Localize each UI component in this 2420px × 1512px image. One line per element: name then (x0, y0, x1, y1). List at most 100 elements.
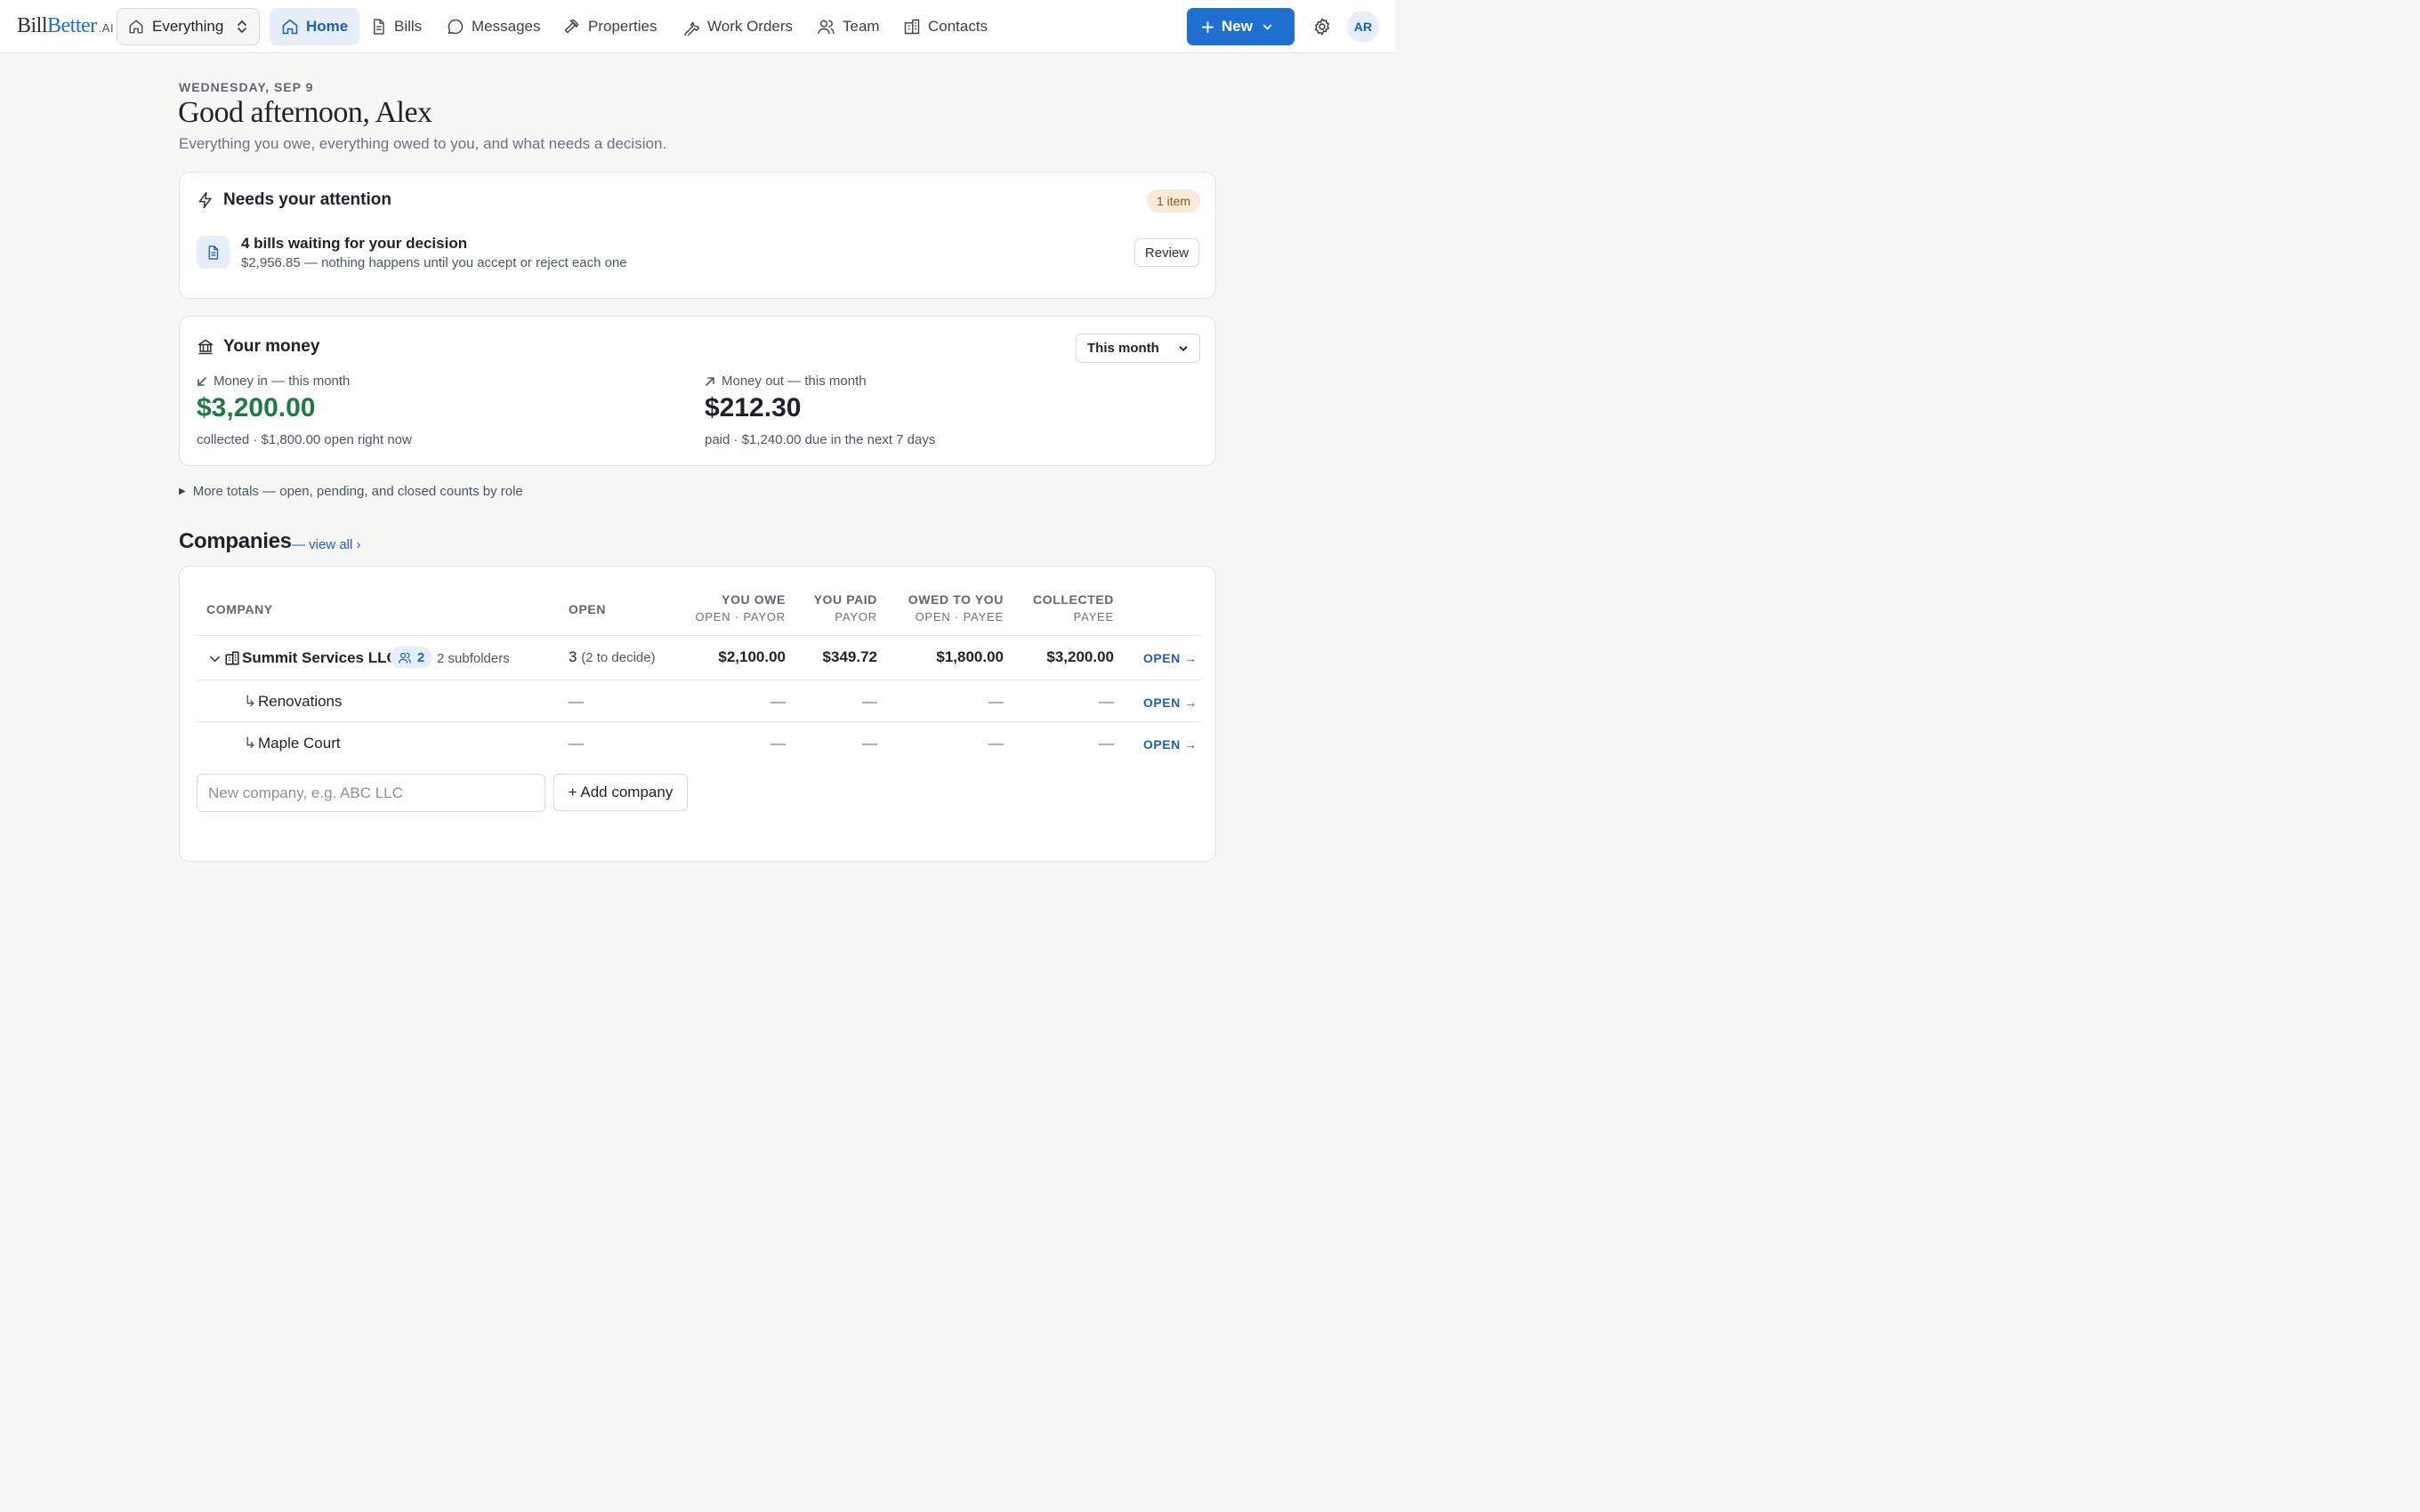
owed-to-you-value: — (988, 693, 1004, 710)
message-icon (448, 19, 464, 35)
nav-team[interactable]: Team (805, 8, 891, 45)
open-count-note: (2 to decide) (581, 650, 656, 665)
document-icon (374, 19, 384, 35)
collected-value: $3,200.00 (1046, 648, 1114, 665)
top-navigation-bar: BillBetter .AI Everything Home Bills Mess… (0, 0, 1395, 53)
nav-contacts[interactable]: Contacts (891, 8, 999, 45)
column-header-you-owe: YOU OWE (722, 592, 786, 607)
date-line: WEDNESDAY, SEP 9 (179, 80, 314, 94)
review-button[interactable]: Review (1134, 238, 1199, 267)
owed-to-you-value: $1,800.00 (936, 648, 1004, 665)
building-icon (904, 19, 920, 35)
subfolders-count: 2 subfolders (437, 651, 510, 666)
home-icon (129, 20, 143, 34)
column-subheader-collected: PAYEE (1073, 610, 1114, 623)
money-out-note: paid · $1,240.00 due in the next 7 days (705, 432, 936, 447)
logo-ai: .AI (98, 21, 115, 35)
bank-icon (198, 339, 214, 355)
chevron-down-icon (1179, 345, 1188, 351)
row-divider (197, 721, 1200, 722)
open-count: — (569, 693, 584, 710)
nav-properties[interactable]: Properties (552, 8, 668, 45)
column-header-you-paid: YOU PAID (813, 592, 877, 607)
nav-properties-label: Properties (588, 18, 657, 35)
updown-chevron-icon (238, 20, 246, 34)
add-company-button[interactable]: + Add company (553, 774, 688, 811)
period-select-value: This month (1087, 341, 1159, 356)
subfolder-arrow-icon: ↳ (244, 693, 257, 710)
column-header-collected: COLLECTED (1033, 592, 1114, 607)
open-subfolder-link[interactable]: OPEN → (1143, 696, 1198, 710)
nav-team-label: Team (843, 18, 880, 35)
users-icon (818, 20, 835, 35)
user-avatar[interactable]: AR (1347, 11, 1379, 43)
period-select[interactable]: This month (1076, 334, 1200, 363)
open-count: — (569, 735, 584, 752)
home-icon (282, 19, 298, 35)
money-out-label-text: Money out — this month (722, 374, 867, 389)
nav-home[interactable]: Home (270, 8, 360, 45)
attention-item-subtitle: $2,956.85 — nothing happens until you ac… (241, 255, 627, 270)
new-button-label: New (1222, 18, 1253, 35)
you-paid-value: — (862, 693, 877, 710)
money-in-note: collected · $1,800.00 open right now (197, 432, 412, 447)
collected-value: — (1099, 693, 1114, 710)
page-greeting: Good afternoon, Alex (178, 96, 432, 129)
open-company-link[interactable]: OPEN → (1143, 651, 1198, 665)
nav-work-orders[interactable]: Work Orders (671, 8, 804, 45)
chevron-down-icon[interactable] (209, 654, 221, 665)
members-count: 2 (416, 649, 425, 665)
open-count: 3 (2 to decide) (569, 648, 656, 666)
arrow-up-right-icon (706, 376, 714, 386)
open-count-value: 3 (569, 648, 577, 665)
column-header-owed-to-you: OWED TO YOU (908, 592, 1004, 607)
app-logo[interactable]: BillBetter .AI (17, 14, 114, 38)
nav-bills-label: Bills (394, 18, 423, 35)
owed-to-you-value: — (988, 735, 1004, 752)
gear-icon (1314, 18, 1330, 36)
column-subheader-you-paid: PAYOR (835, 610, 877, 623)
scope-selector[interactable]: Everything (117, 8, 260, 45)
you-owe-value: — (770, 735, 786, 752)
users-icon (398, 652, 411, 664)
money-in-label: Money in — this month (197, 374, 350, 389)
money-title-text: Your money (223, 337, 320, 356)
settings-button[interactable] (1310, 14, 1335, 39)
arrow-down-left-icon (198, 376, 206, 386)
chevron-down-icon (1262, 24, 1272, 30)
attention-count-badge: 1 item (1147, 189, 1200, 213)
bill-item-icon-tile (197, 236, 230, 269)
you-owe-value: $2,100.00 (718, 648, 786, 665)
money-in-value: $3,200.00 (197, 393, 316, 422)
you-owe-value: — (770, 693, 786, 710)
company-name[interactable]: Summit Services LLC (242, 649, 398, 667)
open-subfolder-link[interactable]: OPEN → (1143, 737, 1198, 752)
more-totals-toggle[interactable]: ▶ More totals — open, pending, and close… (179, 484, 523, 499)
building-icon (225, 651, 239, 665)
nav-bills[interactable]: Bills (359, 8, 433, 45)
more-totals-label: More totals — open, pending, and closed … (192, 484, 523, 499)
nav-messages[interactable]: Messages (435, 8, 552, 45)
subfolder-name[interactable]: Renovations (258, 693, 343, 711)
logo-bill: Bill (17, 14, 48, 37)
scope-selector-label: Everything (152, 18, 224, 35)
subfolder-name[interactable]: Maple Court (258, 735, 341, 752)
subfolder-arrow-icon: ↳ (244, 735, 257, 752)
money-in-label-text: Money in — this month (214, 374, 351, 389)
members-chip[interactable]: 2 (390, 647, 432, 668)
money-out-value: $212.30 (705, 393, 802, 422)
new-company-input[interactable] (197, 774, 545, 812)
attention-title-text: Needs your attention (223, 190, 391, 209)
hammer-icon (564, 19, 579, 34)
nav-messages-label: Messages (472, 18, 541, 35)
view-all-companies-link[interactable]: — view all › (292, 537, 361, 552)
nav-contacts-label: Contacts (928, 18, 988, 35)
money-card: Your money This month Money in — this mo… (179, 316, 1216, 466)
attention-card: Needs your attention 1 item 4 bills wait… (179, 172, 1216, 299)
header-divider (197, 635, 1200, 636)
nav-work-orders-label: Work Orders (707, 18, 794, 35)
column-subheader-you-owe: OPEN · PAYOR (695, 610, 786, 623)
you-paid-value: — (862, 735, 877, 752)
companies-table-card: COMPANY OPEN YOU OWE OPEN · PAYOR YOU PA… (179, 566, 1216, 862)
new-button[interactable]: New (1187, 8, 1295, 45)
